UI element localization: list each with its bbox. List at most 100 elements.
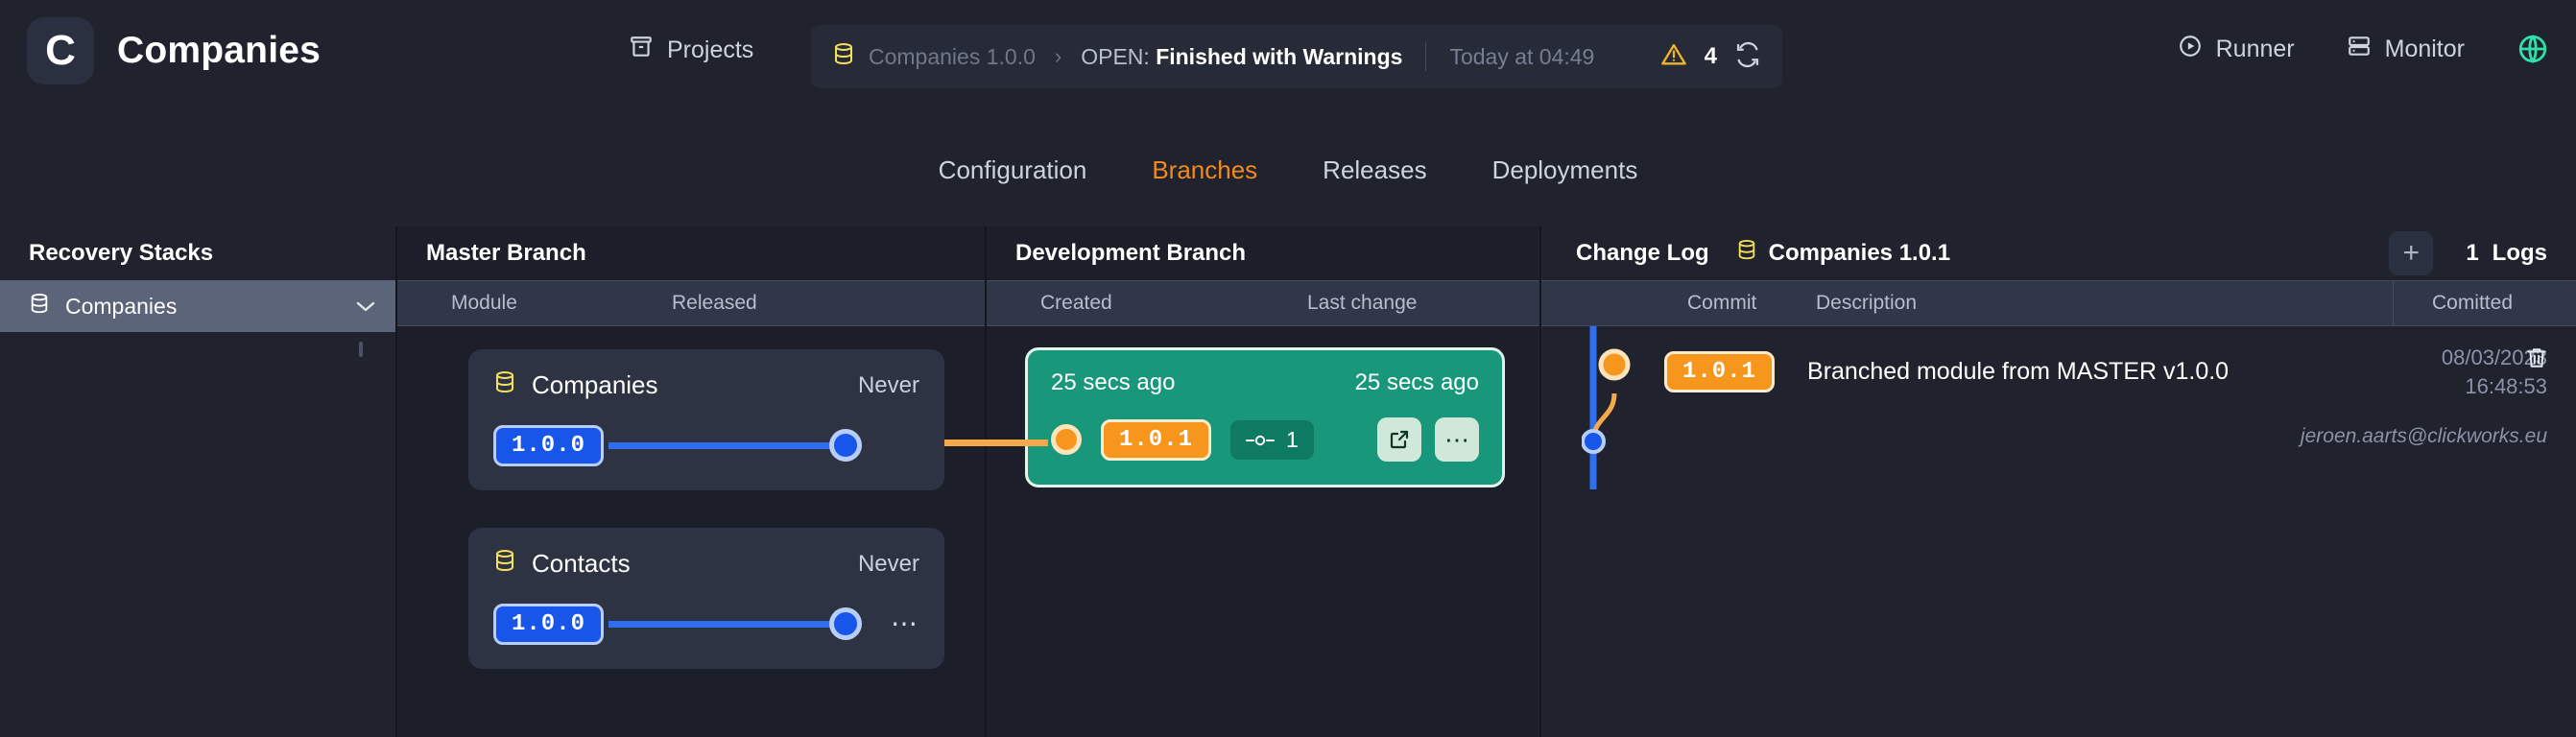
database-icon xyxy=(832,42,855,72)
build-status-bar[interactable]: Companies 1.0.0 › OPEN: Finished with Wa… xyxy=(811,25,1782,88)
chevron-right-icon: › xyxy=(1054,44,1062,68)
log-row-meta: 08/03/2023 16:48:53 jeroen.aarts@clickwo… xyxy=(2301,344,2547,448)
version-node[interactable] xyxy=(829,429,862,462)
external-link-icon[interactable] xyxy=(1377,417,1421,462)
database-icon xyxy=(1736,239,1757,269)
database-icon xyxy=(29,293,50,321)
change-log-header-actions: + 1 Logs xyxy=(2389,231,2576,275)
sidebar-item-companies[interactable]: Companies xyxy=(0,280,395,332)
master-branch-panel: Master Branch Module Released Companies … xyxy=(395,226,985,737)
tab-releases[interactable]: Releases xyxy=(1323,155,1426,185)
add-log-button[interactable]: + xyxy=(2389,231,2434,275)
ellipsis-icon[interactable]: ⋯ xyxy=(891,610,919,637)
column-last-change: Last change xyxy=(1307,292,1418,314)
monitor-label: Monitor xyxy=(2384,35,2465,62)
development-branch-title: Development Branch xyxy=(1015,240,1247,266)
tab-deployments[interactable]: Deployments xyxy=(1492,155,1638,185)
version-node[interactable] xyxy=(829,607,862,640)
trash-icon[interactable] xyxy=(2524,345,2549,375)
status-breadcrumb-module: Companies 1.0.0 xyxy=(869,43,1036,69)
monitor-button[interactable]: Monitor xyxy=(2347,34,2465,65)
log-time: 16:48:53 xyxy=(2465,373,2547,398)
module-released: Never xyxy=(857,550,919,577)
module-card-header: Companies Never xyxy=(493,370,919,400)
scroll-indicator xyxy=(359,342,363,357)
runner-label: Runner xyxy=(2215,35,2295,62)
development-branch-panel: Development Branch Created Last change 2… xyxy=(944,226,1539,737)
commit-icon xyxy=(1246,427,1276,453)
log-author: jeroen.aarts@clickworks.eu xyxy=(2300,425,2547,448)
app-root: C Companies Projects Companies 1.0.0 › O… xyxy=(0,0,2576,737)
refresh-icon[interactable] xyxy=(1734,41,1761,73)
module-version-track: 1.0.0 xyxy=(493,424,919,466)
recovery-stacks-title: Recovery Stacks xyxy=(29,240,214,266)
ellipsis-icon[interactable]: ⋯ xyxy=(1435,417,1479,462)
version-badge[interactable]: 1.0.0 xyxy=(493,603,605,645)
module-card-contacts[interactable]: Contacts Never 1.0.0 ⋯ xyxy=(468,528,944,669)
branch-connector-line xyxy=(944,440,1048,446)
table-row[interactable]: 1.0.1 Branched module from MASTER v1.0.0… xyxy=(1541,326,2576,499)
dev-created: 25 secs ago xyxy=(1051,369,1176,395)
play-circle-icon xyxy=(2178,34,2203,65)
runner-button[interactable]: Runner xyxy=(2178,34,2295,65)
globe-icon[interactable] xyxy=(2516,33,2549,65)
tab-branches[interactable]: Branches xyxy=(1152,155,1257,185)
database-icon xyxy=(493,370,516,400)
status-bar-actions: 4 xyxy=(1660,41,1761,73)
commit-count-chip[interactable]: 1 xyxy=(1230,419,1314,460)
dev-last-change: 25 secs ago xyxy=(1354,369,1479,395)
master-branch-title: Master Branch xyxy=(426,240,586,266)
master-branch-header: Master Branch xyxy=(397,226,985,280)
commit-graph xyxy=(1581,326,1658,489)
panels-row: Recovery Stacks Companies Master Branch … xyxy=(0,226,2576,737)
brand: C Companies xyxy=(27,17,321,84)
logs-count-value: 1 xyxy=(2466,240,2479,266)
database-icon xyxy=(493,549,516,579)
status-state-value: Finished with Warnings xyxy=(1156,43,1403,69)
module-card-companies[interactable]: Companies Never 1.0.0 xyxy=(468,349,944,490)
chevron-down-icon[interactable] xyxy=(355,294,376,319)
app-logo: C xyxy=(27,17,94,84)
dev-card-body: 1.0.1 1 ⋯ xyxy=(1051,417,1479,462)
change-log-title: Change Log xyxy=(1576,240,1709,266)
dev-card-header: 25 secs ago 25 secs ago xyxy=(1051,369,1479,396)
module-name: Companies xyxy=(532,370,658,399)
log-version-badge[interactable]: 1.0.1 xyxy=(1664,351,1776,392)
branch-node[interactable] xyxy=(1051,424,1082,455)
column-description: Description xyxy=(1816,292,1918,314)
commit-count: 1 xyxy=(1286,426,1299,452)
column-released: Released xyxy=(672,292,757,314)
log-header-divider xyxy=(2393,281,2394,325)
server-icon xyxy=(2347,34,2372,65)
column-comitted: Comitted xyxy=(2431,292,2513,314)
change-log-module-label: Companies 1.0.1 xyxy=(1768,240,1951,266)
module-version-track: 1.0.0 ⋯ xyxy=(493,603,919,645)
module-released: Never xyxy=(857,371,919,398)
version-line xyxy=(608,441,839,449)
change-log-header: Change Log Companies 1.0.1 + 1 Logs xyxy=(1541,226,2576,280)
column-created: Created xyxy=(1040,292,1112,314)
projects-icon xyxy=(629,35,654,66)
dev-card-actions: ⋯ xyxy=(1377,417,1479,462)
version-line xyxy=(608,620,839,628)
log-description: Branched module from MASTER v1.0.0 xyxy=(1807,358,2230,385)
dev-version-badge[interactable]: 1.0.1 xyxy=(1101,418,1212,461)
master-column-headers: Module Released xyxy=(397,280,985,326)
dev-column-headers: Created Last change xyxy=(987,280,1539,326)
change-log-panel: Change Log Companies 1.0.1 + 1 Logs Comm… xyxy=(1539,226,2576,737)
log-row-main: 1.0.1 Branched module from MASTER v1.0.0 xyxy=(1664,351,2229,392)
tab-configuration[interactable]: Configuration xyxy=(939,155,1087,185)
log-date: 08/03/2023 xyxy=(2441,345,2547,369)
warning-count: 4 xyxy=(1704,43,1717,69)
status-divider xyxy=(1425,42,1427,71)
projects-nav-link[interactable]: Projects xyxy=(629,35,753,66)
projects-label: Projects xyxy=(667,36,754,63)
status-timestamp: Today at 04:49 xyxy=(1449,43,1595,69)
log-column-headers: Commit Description Comitted xyxy=(1541,280,2576,326)
dev-branch-card[interactable]: 25 secs ago 25 secs ago 1.0.1 1 ⋯ xyxy=(1025,347,1505,487)
version-badge[interactable]: 1.0.0 xyxy=(493,424,605,466)
recovery-stacks-header: Recovery Stacks xyxy=(0,226,395,280)
status-state-prefix: OPEN: xyxy=(1081,43,1150,69)
warning-triangle-icon xyxy=(1660,41,1687,73)
logs-count-label: Logs xyxy=(2492,240,2547,266)
